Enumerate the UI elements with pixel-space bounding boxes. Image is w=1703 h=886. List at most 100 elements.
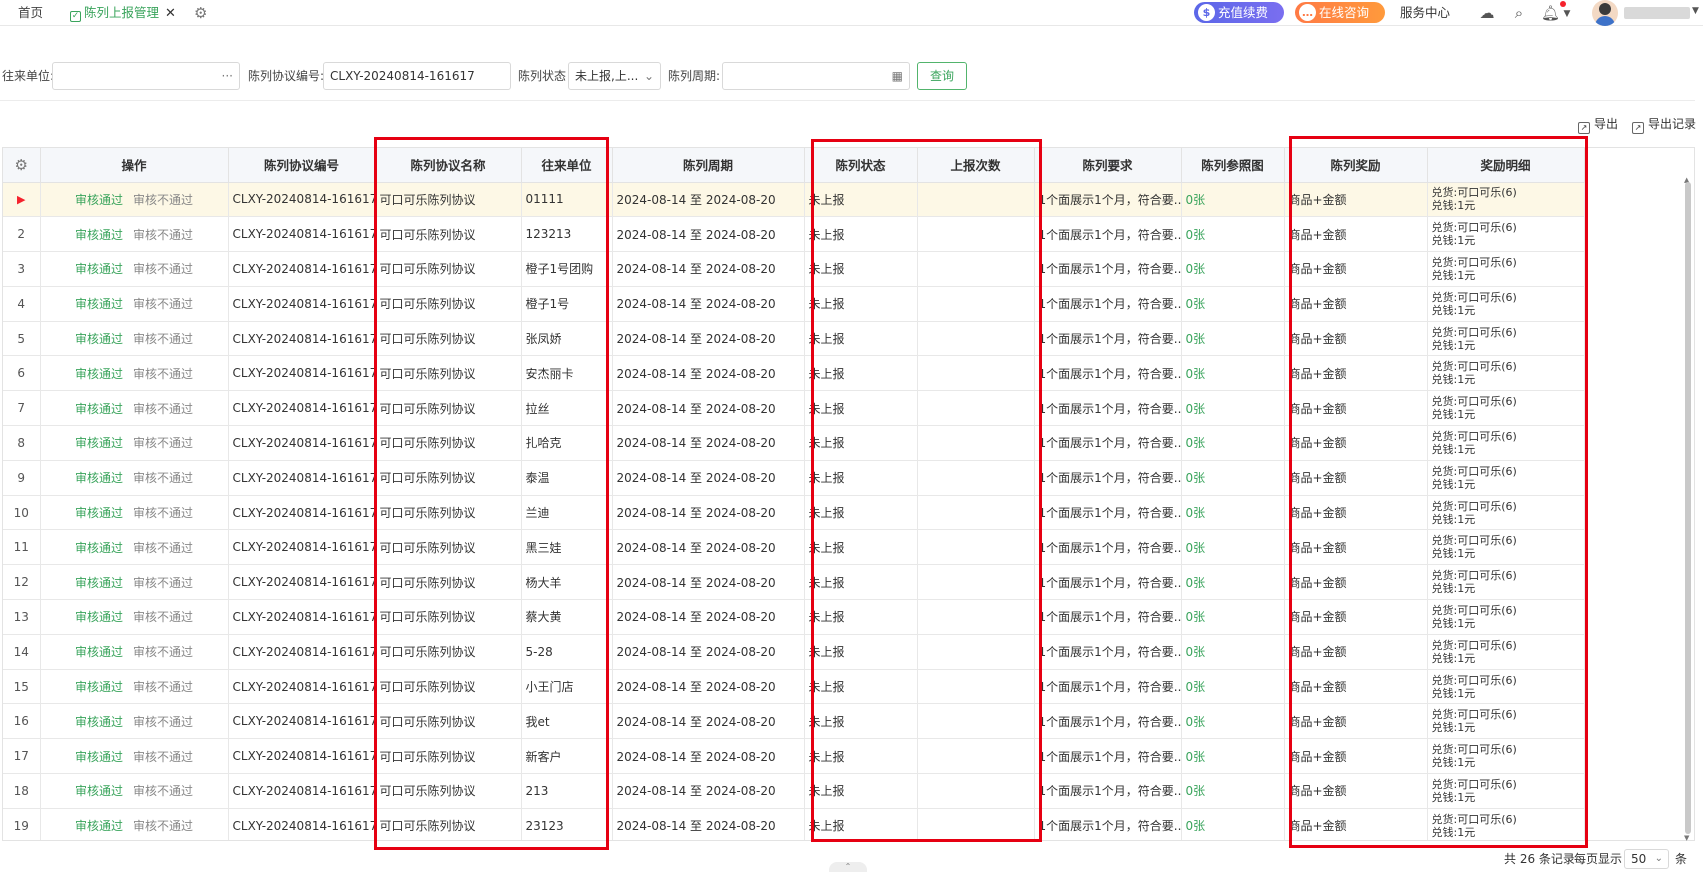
approve-link[interactable]: 审核通过	[75, 541, 123, 555]
table-row[interactable]: 16 审核通过 审核不通过 CLXY-20240814-161617 可口可乐陈列协议我…	[3, 703, 1585, 740]
ref-image-count[interactable]: 0张	[1186, 576, 1206, 590]
ref-image-count[interactable]: 0张	[1186, 332, 1206, 346]
table-row[interactable]: 15 审核通过 审核不通过 CLXY-20240814-161617 可口可乐陈列协议小…	[3, 669, 1585, 705]
ref-image-count[interactable]: 0张	[1186, 297, 1206, 311]
reject-link[interactable]: 审核不通过	[133, 228, 193, 242]
ref-image-count[interactable]: 0张	[1186, 262, 1206, 276]
chevron-down-icon[interactable]: ▼	[1558, 5, 1576, 23]
user-menu-caret-icon[interactable]: ▼	[1692, 6, 1699, 16]
period-date-input[interactable]: ▦	[722, 62, 910, 90]
table-row[interactable]: 9 审核通过 审核不通过 CLXY-20240814-161617 可口可乐陈列协议 泰温…	[3, 460, 1585, 496]
table-row[interactable]: 18 审核通过 审核不通过 CLXY-20240814-161617 可口可乐陈列协议 2…	[3, 773, 1585, 809]
bell-icon[interactable]: 🔔︎	[1541, 4, 1560, 22]
table-row[interactable]: 12 审核通过 审核不通过 CLXY-20240814-161617 可口可乐陈列协议杨…	[3, 564, 1585, 601]
ref-image-count[interactable]: 0张	[1186, 645, 1206, 659]
ref-image-count[interactable]: 0张	[1186, 541, 1206, 555]
ref-image-count[interactable]: 0张	[1186, 750, 1206, 764]
reject-link[interactable]: 审核不通过	[133, 750, 193, 764]
reject-link[interactable]: 审核不通过	[133, 262, 193, 276]
cloud-download-icon[interactable]: ☁	[1478, 4, 1496, 22]
table-row[interactable]: 7 审核通过 审核不通过 CLXY-20240814-161617 可口可乐陈列协议 拉丝…	[3, 390, 1585, 427]
ref-image-count[interactable]: 0张	[1186, 610, 1206, 624]
gear-icon[interactable]: ⚙	[15, 156, 28, 174]
reject-link[interactable]: 审核不通过	[133, 576, 193, 590]
reject-link[interactable]: 审核不通过	[133, 645, 193, 659]
approve-link[interactable]: 审核通过	[75, 819, 123, 833]
approve-link[interactable]: 审核通过	[75, 680, 123, 694]
ref-image-count[interactable]: 0张	[1186, 193, 1206, 207]
table-row[interactable]: 6 审核通过 审核不通过 CLXY-20240814-161617 可口可乐陈列协议 安杰…	[3, 355, 1585, 392]
approve-link[interactable]: 审核通过	[75, 367, 123, 381]
approve-link[interactable]: 审核通过	[75, 471, 123, 485]
table-row[interactable]: 4 审核通过 审核不通过 CLXY-20240814-161617 可口可乐陈列协议 橙子…	[3, 286, 1585, 322]
ref-image-count[interactable]: 0张	[1186, 680, 1206, 694]
approve-link[interactable]: 审核通过	[75, 262, 123, 276]
recharge-button[interactable]: $ 充值续费	[1194, 2, 1284, 23]
reject-link[interactable]: 审核不通过	[133, 297, 193, 311]
approve-link[interactable]: 审核通过	[75, 297, 123, 311]
export-button[interactable]: ↗ 导出	[1578, 116, 1618, 134]
reject-link[interactable]: 审核不通过	[133, 610, 193, 624]
approve-link[interactable]: 审核通过	[75, 784, 123, 798]
reject-link[interactable]: 审核不通过	[133, 819, 193, 833]
reject-link[interactable]: 审核不通过	[133, 332, 193, 346]
approve-link[interactable]: 审核通过	[75, 228, 123, 242]
table-row[interactable]: 17 审核通过 审核不通过 CLXY-20240814-161617 可口可乐陈列协议新…	[3, 738, 1585, 775]
export-records-button[interactable]: ↗ 导出记录	[1632, 116, 1696, 134]
close-icon[interactable]: ✕	[165, 6, 176, 21]
collapse-toggle-icon[interactable]: ⌃	[829, 862, 867, 872]
avatar[interactable]	[1592, 0, 1618, 26]
reject-link[interactable]: 审核不通过	[133, 402, 193, 416]
table-row[interactable]: 5 审核通过 审核不通过 CLXY-20240814-161617 可口可乐陈列协议 张凤…	[3, 321, 1585, 357]
ref-image-count[interactable]: 0张	[1186, 228, 1206, 242]
reject-link[interactable]: 审核不通过	[133, 680, 193, 694]
column-settings-gear[interactable]: ⚙	[3, 148, 41, 183]
ref-image-count[interactable]: 0张	[1186, 715, 1206, 729]
query-button[interactable]: 查询	[917, 62, 967, 90]
reject-link[interactable]: 审核不通过	[133, 367, 193, 381]
reject-link[interactable]: 审核不通过	[133, 436, 193, 450]
ref-image-count[interactable]: 0张	[1186, 402, 1206, 416]
gear-icon[interactable]: ⚙	[194, 0, 207, 26]
reject-link[interactable]: 审核不通过	[133, 193, 193, 207]
scroll-down-icon[interactable]: ▼	[1684, 834, 1689, 842]
approve-link[interactable]: 审核通过	[75, 750, 123, 764]
ref-image-count[interactable]: 0张	[1186, 784, 1206, 798]
table-row[interactable]: 10 审核通过 审核不通过 CLXY-20240814-161617 可口可乐陈列协议兰…	[3, 495, 1585, 531]
ref-image-count[interactable]: 0张	[1186, 819, 1206, 833]
search-icon[interactable]: ⌕	[1510, 4, 1528, 22]
reject-link[interactable]: 审核不通过	[133, 541, 193, 555]
reject-link[interactable]: 审核不通过	[133, 506, 193, 520]
approve-link[interactable]: 审核通过	[75, 193, 123, 207]
ref-image-count[interactable]: 0张	[1186, 436, 1206, 450]
approve-link[interactable]: 审核通过	[75, 715, 123, 729]
calendar-icon[interactable]: ▦	[892, 63, 903, 89]
approve-link[interactable]: 审核通过	[75, 610, 123, 624]
table-row[interactable]: 8 审核通过 审核不通过 CLXY-20240814-161617 可口可乐陈列协议 扎哈…	[3, 425, 1585, 461]
table-row[interactable]: 19 审核通过 审核不通过 CLXY-20240814-161617 可口可乐陈列协议 2…	[3, 808, 1585, 840]
tab-home[interactable]: 首页	[18, 0, 43, 26]
page-size-select[interactable]: 50 ⌄	[1624, 849, 1669, 869]
vertical-scrollbar[interactable]	[1685, 182, 1691, 834]
status-select[interactable]: 未上报,上... ⌄	[568, 62, 661, 90]
table-row[interactable]: 2 审核通过 审核不通过 CLXY-20240814-161617 可口可乐陈列协议 12…	[3, 216, 1585, 253]
service-center-link[interactable]: 服务中心	[1400, 0, 1450, 26]
approve-link[interactable]: 审核通过	[75, 645, 123, 659]
tab-display-report-management[interactable]: ✓ 陈列上报管理 ✕	[70, 0, 176, 26]
ref-image-count[interactable]: 0张	[1186, 471, 1206, 485]
approve-link[interactable]: 审核通过	[75, 402, 123, 416]
reject-link[interactable]: 审核不通过	[133, 471, 193, 485]
approve-link[interactable]: 审核通过	[75, 506, 123, 520]
table-row[interactable]: 13 审核通过 审核不通过 CLXY-20240814-161617 可口可乐陈列协议蔡…	[3, 599, 1585, 635]
table-row[interactable]: ▶ 审核通过 审核不通过 CLXY-20240814-161617 可口可乐陈列协议 01…	[3, 182, 1585, 218]
online-consult-button[interactable]: … 在线咨询	[1295, 2, 1385, 23]
protocol-no-input[interactable]: CLXY-20240814-161617	[323, 62, 511, 90]
table-row[interactable]: 14 审核通过 审核不通过 CLXY-20240814-161617 可口可乐陈列协议 5…	[3, 634, 1585, 670]
ellipsis-icon[interactable]: ···	[222, 63, 233, 89]
approve-link[interactable]: 审核通过	[75, 332, 123, 346]
reject-link[interactable]: 审核不通过	[133, 715, 193, 729]
table-row[interactable]: 3 审核通过 审核不通过 CLXY-20240814-161617 可口可乐陈列协议 橙子…	[3, 251, 1585, 287]
ref-image-count[interactable]: 0张	[1186, 367, 1206, 381]
ref-image-count[interactable]: 0张	[1186, 506, 1206, 520]
approve-link[interactable]: 审核通过	[75, 436, 123, 450]
